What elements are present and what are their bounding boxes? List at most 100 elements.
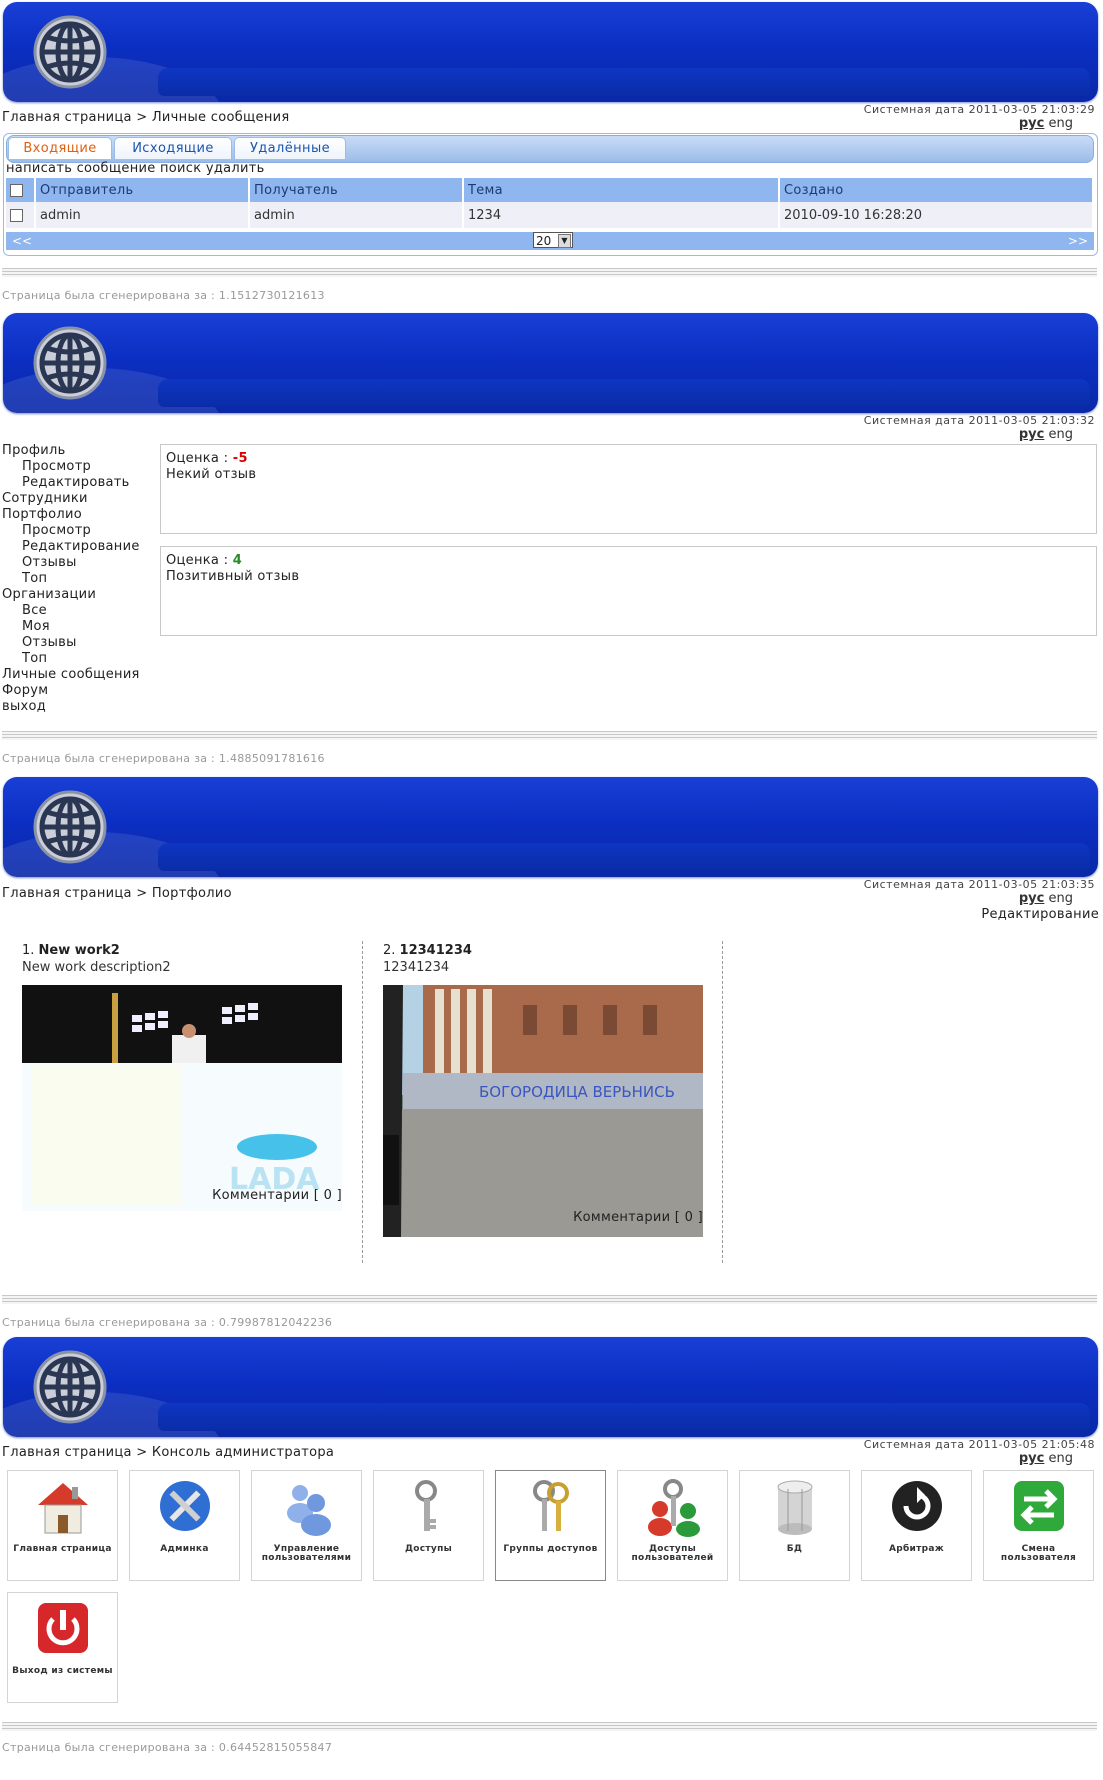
home-icon <box>38 1483 88 1534</box>
sidebar-item-organizations[interactable]: Организации <box>2 587 140 603</box>
lang-en-link[interactable]: eng <box>1049 427 1074 442</box>
cell-recipient[interactable]: admin <box>249 202 464 228</box>
sidebar-menu: Профиль Просмотр Редактировать Сотрудник… <box>2 443 140 715</box>
sidebar-item-org-all[interactable]: Все <box>2 603 140 619</box>
breadcrumb: Главная страница > Консоль администратор… <box>2 1445 335 1460</box>
lang-ru-link[interactable]: рус <box>1019 427 1045 442</box>
portfolio-title[interactable]: 12341234 <box>400 943 472 958</box>
tab-deleted[interactable]: Удалённые <box>234 137 346 159</box>
lang-en-link[interactable]: eng <box>1049 1451 1074 1466</box>
prev-page-link[interactable]: << <box>12 234 32 248</box>
separator <box>2 1295 1097 1304</box>
lang-en-link[interactable]: eng <box>1049 116 1074 131</box>
edit-link[interactable]: Редактирование <box>981 907 1099 922</box>
system-date: Системная дата 2011-03-05 21:03:35 <box>863 878 1095 891</box>
select-all-checkbox[interactable] <box>10 183 23 197</box>
review-card: Оценка : -5 Некий отзыв <box>160 444 1097 534</box>
message-actions[interactable]: написать сообщение поиск удалить <box>6 161 265 176</box>
review-card: Оценка : 4 Позитивный отзыв <box>160 546 1097 636</box>
separator <box>2 268 1097 277</box>
sidebar-item-portfolio-reviews[interactable]: Отзывы <box>2 555 140 571</box>
lang-ru-link[interactable]: рус <box>1019 116 1045 131</box>
lang-en-link[interactable]: eng <box>1049 891 1074 906</box>
portfolio-item: 2. 12341234 12341234 БОГОРОДИЦА ВЕРЬНИСЬ… <box>363 941 723 1263</box>
cell-sender[interactable]: admin <box>35 202 250 228</box>
admin-tile-arbitration[interactable]: Арбитраж <box>861 1470 972 1581</box>
table-header: Отправитель Получатель Тема Создано <box>6 178 1094 202</box>
sidebar-item-profile-edit[interactable]: Редактировать <box>2 475 140 491</box>
review-score: 4 <box>232 553 243 568</box>
review-score-label: Оценка : <box>166 553 229 568</box>
col-subject: Тема <box>463 178 780 202</box>
cell-subject[interactable]: 1234 <box>463 202 780 228</box>
tools-icon <box>160 1481 210 1531</box>
header-banner <box>3 777 1098 877</box>
generation-time: Страница была сгенерирована за : 1.15127… <box>2 289 325 302</box>
generation-time: Страница была сгенерирована за : 0.64452… <box>2 1741 333 1754</box>
page-size-select[interactable]: 20 ▼ <box>533 232 573 248</box>
next-page-link[interactable]: >> <box>1068 234 1088 248</box>
sidebar-item-employees[interactable]: Сотрудники <box>2 491 140 507</box>
review-score: -5 <box>232 451 248 466</box>
sidebar-item-portfolio[interactable]: Портфолио <box>2 507 140 523</box>
sidebar-item-org-reviews[interactable]: Отзывы <box>2 635 140 651</box>
globe-logo-icon <box>33 326 107 400</box>
power-icon <box>38 1603 88 1653</box>
sidebar-item-portfolio-view[interactable]: Просмотр <box>2 523 140 539</box>
admin-tile-home[interactable]: Главная страница <box>7 1470 118 1581</box>
messages-table: Отправитель Получатель Тема Создано admi… <box>6 178 1094 228</box>
globe-logo-icon <box>33 15 107 89</box>
col-sender: Отправитель <box>35 178 250 202</box>
review-text: Некий отзыв <box>166 467 257 482</box>
admin-tile-switch-user[interactable]: Смена пользователя <box>983 1470 1094 1581</box>
generation-time: Страница была сгенерирована за : 0.79987… <box>2 1316 333 1329</box>
sidebar-item-profile[interactable]: Профиль <box>2 443 140 459</box>
portfolio-title[interactable]: New work2 <box>39 943 120 958</box>
key-icon <box>415 1480 437 1531</box>
sidebar-item-portfolio-top[interactable]: Топ <box>2 571 140 587</box>
sidebar-item-forum[interactable]: Форум <box>2 683 140 699</box>
users-icon <box>287 1485 331 1536</box>
row-checkbox[interactable] <box>10 208 23 222</box>
messages-panel: Входящие Исходящие Удалённые написать со… <box>3 133 1098 256</box>
language-switch: рус eng <box>1019 427 1073 442</box>
lang-ru-link[interactable]: рус <box>1019 1451 1045 1466</box>
globe-logo-icon <box>33 790 107 864</box>
admin-tile-access-groups[interactable]: Группы доступов <box>495 1470 606 1581</box>
comments-link[interactable]: Комментарии [ 0 ] <box>573 1210 703 1225</box>
review-score-label: Оценка : <box>166 451 229 466</box>
language-switch: рус eng <box>1019 1451 1073 1466</box>
review-text: Позитивный отзыв <box>166 569 300 584</box>
separator <box>2 1722 1097 1731</box>
cell-created[interactable]: 2010-09-10 16:28:20 <box>779 202 1094 228</box>
image-caption: БОГОРОДИЦА ВЕРЬНИСЬ <box>479 1083 675 1101</box>
tab-outbox[interactable]: Исходящие <box>114 137 232 159</box>
database-icon <box>777 1480 813 1535</box>
admin-tile-logout[interactable]: Выход из системы <box>7 1592 118 1703</box>
globe-logo-icon <box>33 1350 107 1424</box>
portfolio-description: New work description2 <box>22 960 171 975</box>
sidebar-item-logout[interactable]: выход <box>2 699 140 715</box>
switch-user-icon <box>1014 1481 1064 1531</box>
sidebar-item-profile-view[interactable]: Просмотр <box>2 459 140 475</box>
portfolio-image[interactable]: LADA <box>22 985 342 1211</box>
portfolio-image[interactable]: БОГОРОДИЦА ВЕРЬНИСЬ <box>383 985 703 1237</box>
pager: << 20 ▼ >> <box>6 232 1094 250</box>
sidebar-item-org-top[interactable]: Топ <box>2 651 140 667</box>
generation-time: Страница была сгенерирована за : 1.48850… <box>2 752 325 765</box>
sidebar-item-portfolio-edit[interactable]: Редактирование <box>2 539 140 555</box>
admin-tile-database[interactable]: БД <box>739 1470 850 1581</box>
admin-tile-user-access[interactable]: Доступы пользователей <box>617 1470 728 1581</box>
comments-link[interactable]: Комментарии [ 0 ] <box>212 1188 342 1203</box>
system-date: Системная дата 2011-03-05 21:03:32 <box>863 414 1095 427</box>
tab-inbox[interactable]: Входящие <box>8 137 112 159</box>
lang-ru-link[interactable]: рус <box>1019 891 1045 906</box>
keys-icon <box>533 1480 569 1531</box>
admin-tile-access[interactable]: Доступы <box>373 1470 484 1581</box>
admin-tile-users[interactable]: Управление пользователями <box>251 1470 362 1581</box>
sidebar-item-messages[interactable]: Личные сообщения <box>2 667 140 683</box>
sidebar-item-org-mine[interactable]: Моя <box>2 619 140 635</box>
table-row[interactable]: admin admin 1234 2010-09-10 16:28:20 <box>6 202 1094 228</box>
separator <box>2 731 1097 740</box>
admin-tile-admin[interactable]: Админка <box>129 1470 240 1581</box>
